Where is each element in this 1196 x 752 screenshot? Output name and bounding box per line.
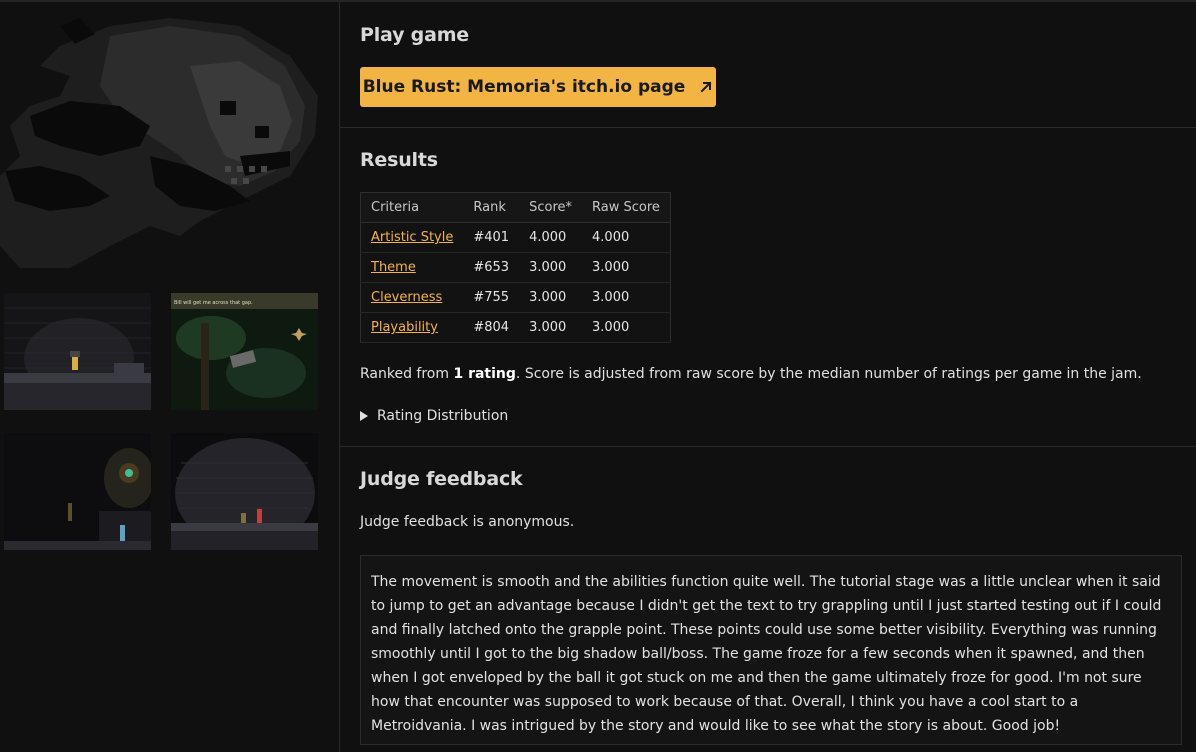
criteria-link[interactable]: Cleverness [371, 290, 442, 305]
screenshot-thumbnail-1[interactable] [4, 293, 151, 410]
criteria-link[interactable]: Playability [371, 320, 438, 335]
itch-page-button-label: Blue Rust: Memoria's itch.io page [362, 77, 686, 97]
table-row: Playability #804 3.000 3.000 [360, 312, 671, 343]
section-divider [340, 127, 1196, 128]
external-link-icon [699, 80, 713, 94]
ranked-count: 1 rating [453, 366, 516, 382]
feedback-box: The movement is smooth and the abilities… [360, 555, 1182, 745]
anonymous-note: Judge feedback is anonymous. [360, 514, 575, 530]
raw-score-cell: 3.000 [582, 312, 671, 343]
rating-distribution-toggle[interactable]: Rating Distribution [360, 408, 508, 424]
score-cell: 3.000 [519, 252, 583, 283]
ranked-note: Ranked from 1 rating. Score is adjusted … [360, 366, 1142, 382]
screenshot-thumbnail-2[interactable]: Bill will get me across that gap. [171, 293, 318, 410]
criteria-link[interactable]: Artistic Style [371, 230, 453, 245]
rank-cell: #401 [463, 222, 520, 253]
section-divider [340, 446, 1196, 447]
results-heading: Results [360, 149, 438, 171]
screenshot-column: Bill will get me across that gap. [0, 2, 339, 752]
raw-score-cell: 4.000 [582, 222, 671, 253]
rank-cell: #804 [463, 312, 520, 343]
score-cell: 3.000 [519, 282, 583, 313]
ranked-prefix: Ranked from [360, 366, 454, 382]
rank-cell: #653 [463, 252, 520, 283]
table-row: Cleverness #755 3.000 3.000 [360, 282, 671, 313]
screenshot-thumbnail-3[interactable] [4, 433, 151, 550]
score-cell: 3.000 [519, 312, 583, 343]
raw-score-cell: 3.000 [582, 282, 671, 313]
criteria-link[interactable]: Theme [371, 260, 416, 275]
cover-image[interactable] [0, 6, 324, 270]
screenshot-caption: Bill will get me across that gap. [174, 300, 253, 306]
raw-score-cell: 3.000 [582, 252, 671, 283]
rating-distribution-label: Rating Distribution [377, 408, 509, 424]
column-header: Score* [519, 192, 583, 223]
itch-page-button[interactable]: Blue Rust: Memoria's itch.io page [360, 67, 716, 107]
disclosure-triangle-icon [360, 411, 368, 421]
results-table: Criteria Rank Score* Raw Score Artistic … [360, 192, 671, 343]
column-header: Rank [463, 192, 520, 223]
ranked-suffix: . Score is adjusted from raw score by th… [515, 366, 1142, 382]
column-header: Raw Score [582, 192, 671, 223]
main-content: Play game Blue Rust: Memoria's itch.io p… [340, 2, 1196, 752]
judge-feedback-heading: Judge feedback [360, 468, 523, 490]
table-header-row: Criteria Rank Score* Raw Score [360, 192, 671, 223]
column-header: Criteria [360, 192, 464, 223]
rank-cell: #755 [463, 282, 520, 313]
screenshot-thumbnail-4[interactable] [171, 433, 318, 550]
score-cell: 4.000 [519, 222, 583, 253]
table-row: Artistic Style #401 4.000 4.000 [360, 222, 671, 253]
table-row: Theme #653 3.000 3.000 [360, 252, 671, 283]
play-game-heading: Play game [360, 24, 469, 46]
